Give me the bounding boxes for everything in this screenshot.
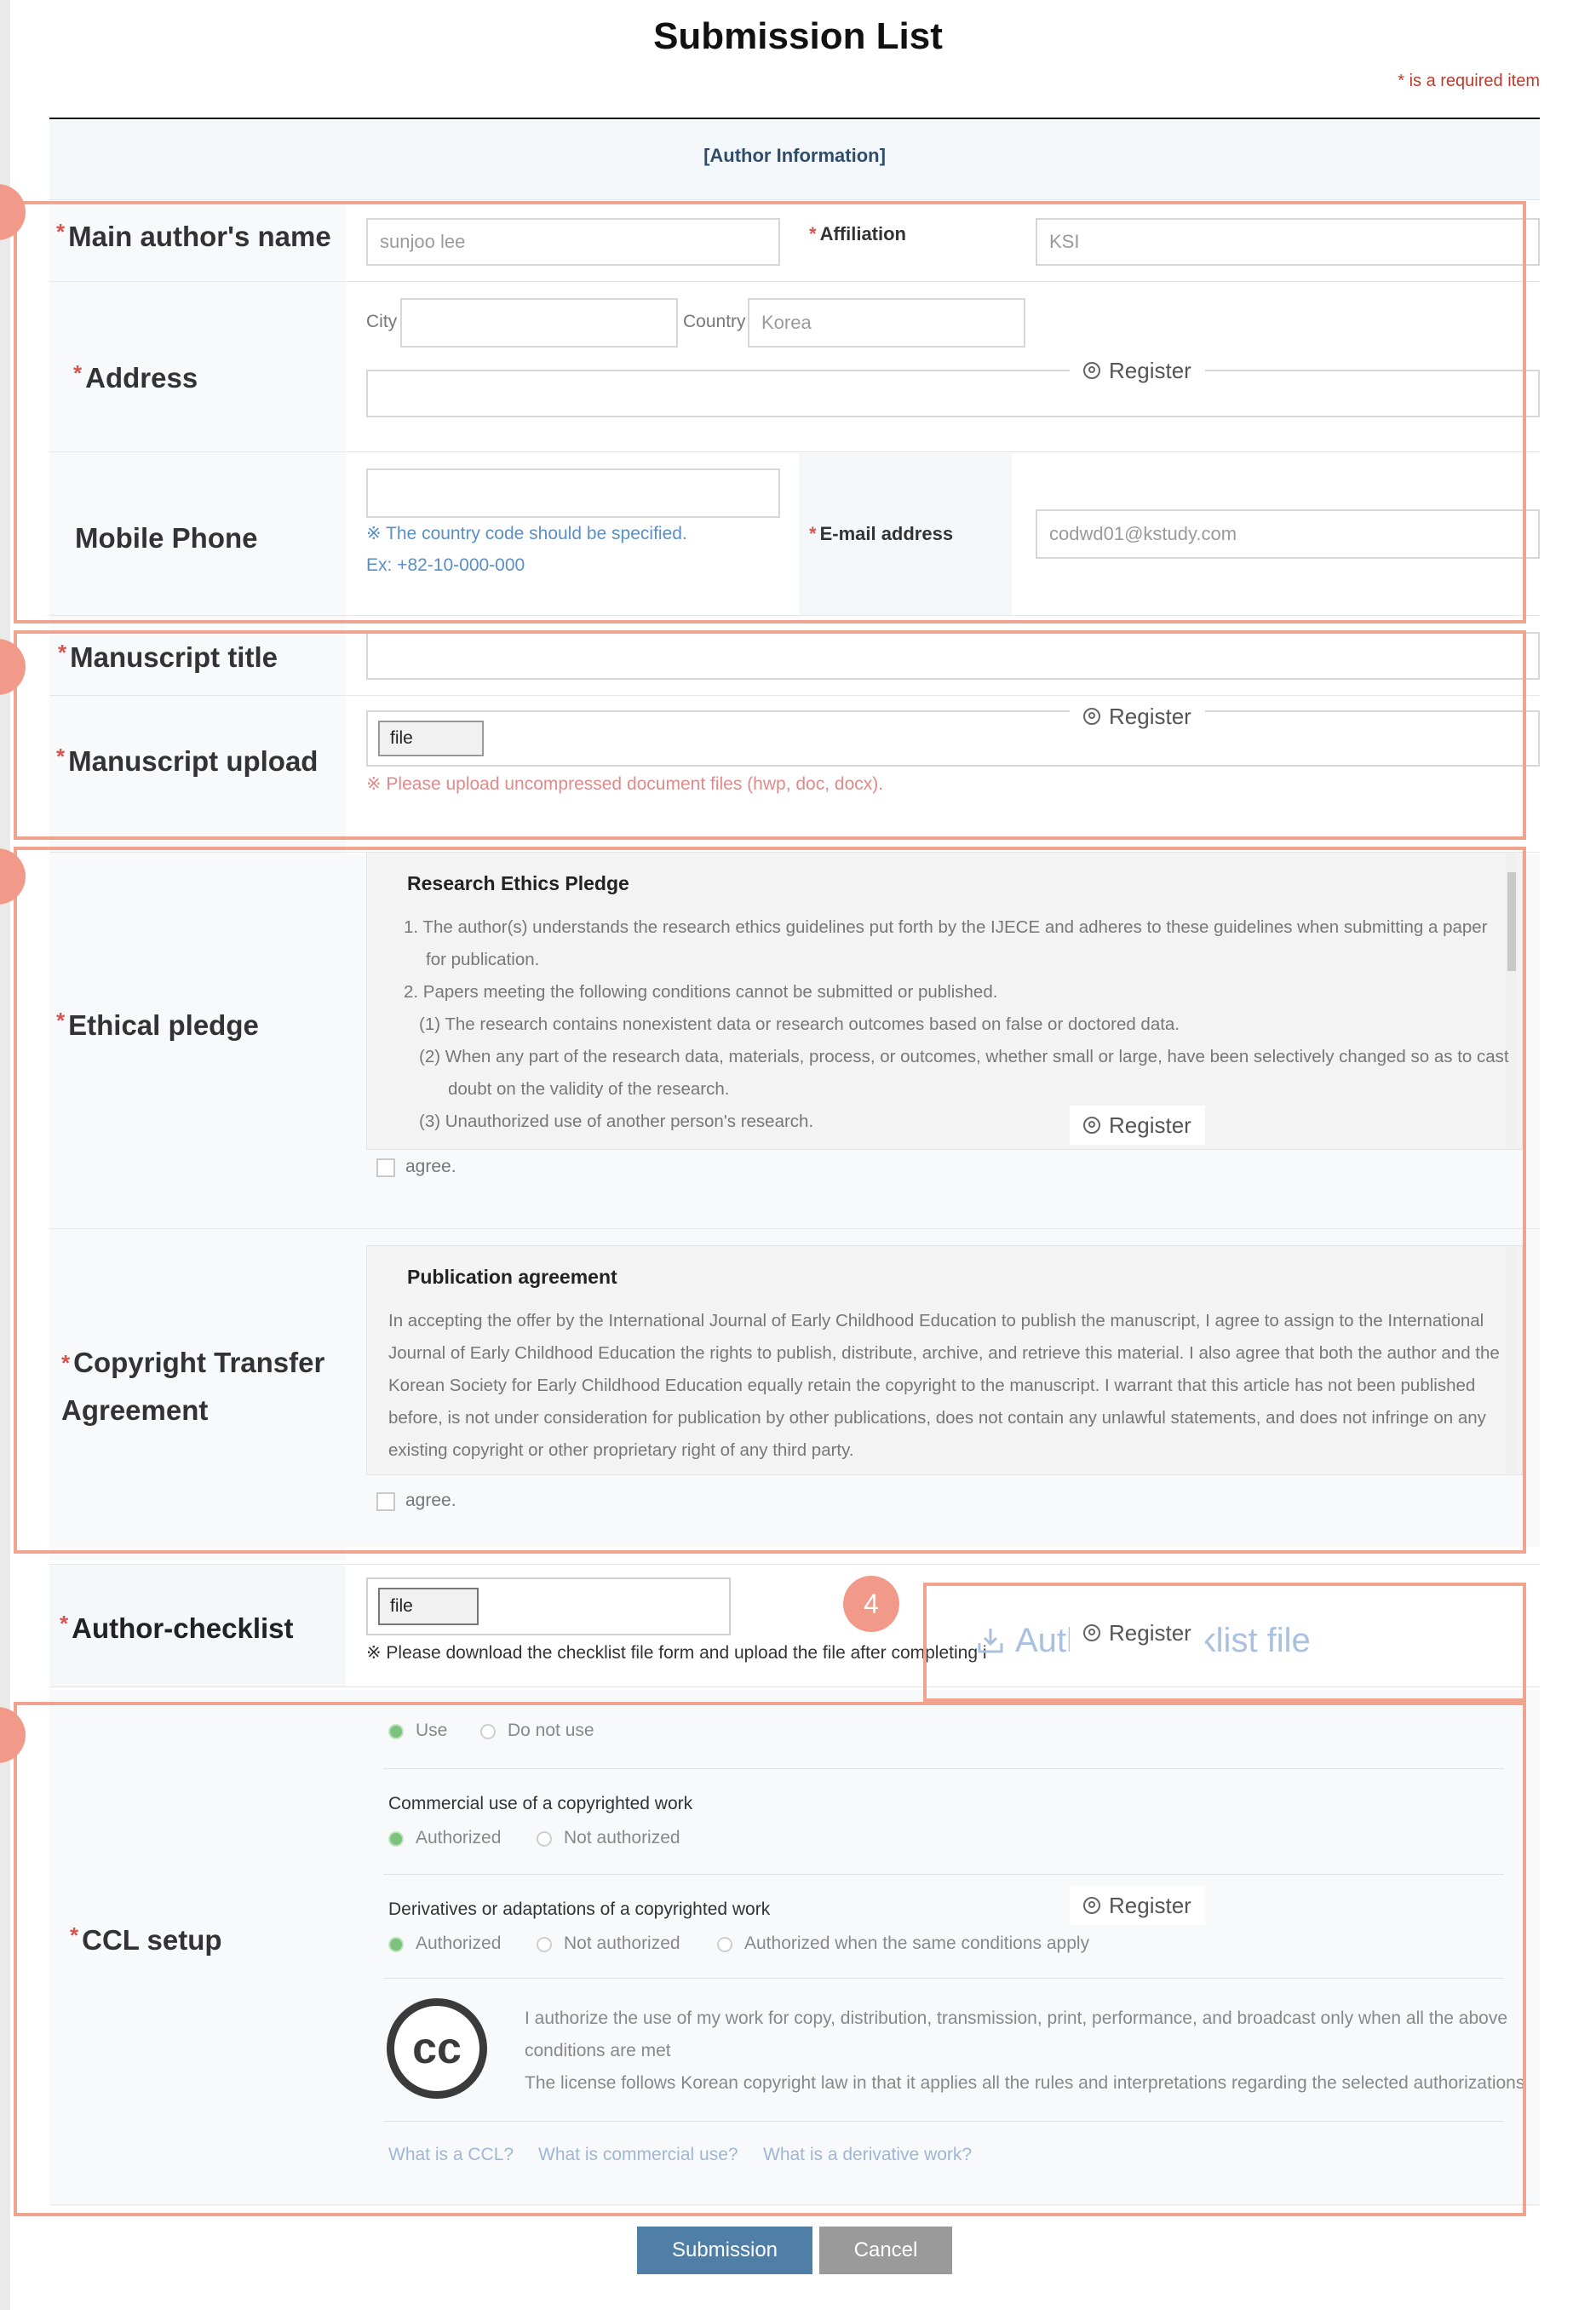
highlight-box-ccl [14, 1702, 1526, 2216]
left-margin [0, 0, 10, 2310]
row-divider [49, 1564, 1540, 1565]
highlight-box-author [14, 201, 1526, 623]
checklist-note: ※ Please download the checklist file for… [366, 1643, 987, 1663]
section-header: [Author Information] [49, 121, 1540, 200]
author-checklist-label: * Author-checklist [60, 1611, 294, 1644]
required-note: * is a required item [1398, 72, 1540, 90]
submission-button[interactable]: Submission [637, 2227, 812, 2274]
highlight-box-agreements [14, 847, 1526, 1554]
section-header-label: [Author Information] [703, 145, 886, 166]
cancel-button[interactable]: Cancel [819, 2227, 952, 2274]
highlight-box-checklist [923, 1583, 1526, 1702]
header-rule [49, 118, 1540, 119]
page-title: Submission List [653, 15, 943, 57]
step-marker-4: 4 [843, 1576, 899, 1632]
checklist-file-button[interactable]: file [378, 1588, 479, 1625]
highlight-box-manuscript [14, 630, 1526, 840]
